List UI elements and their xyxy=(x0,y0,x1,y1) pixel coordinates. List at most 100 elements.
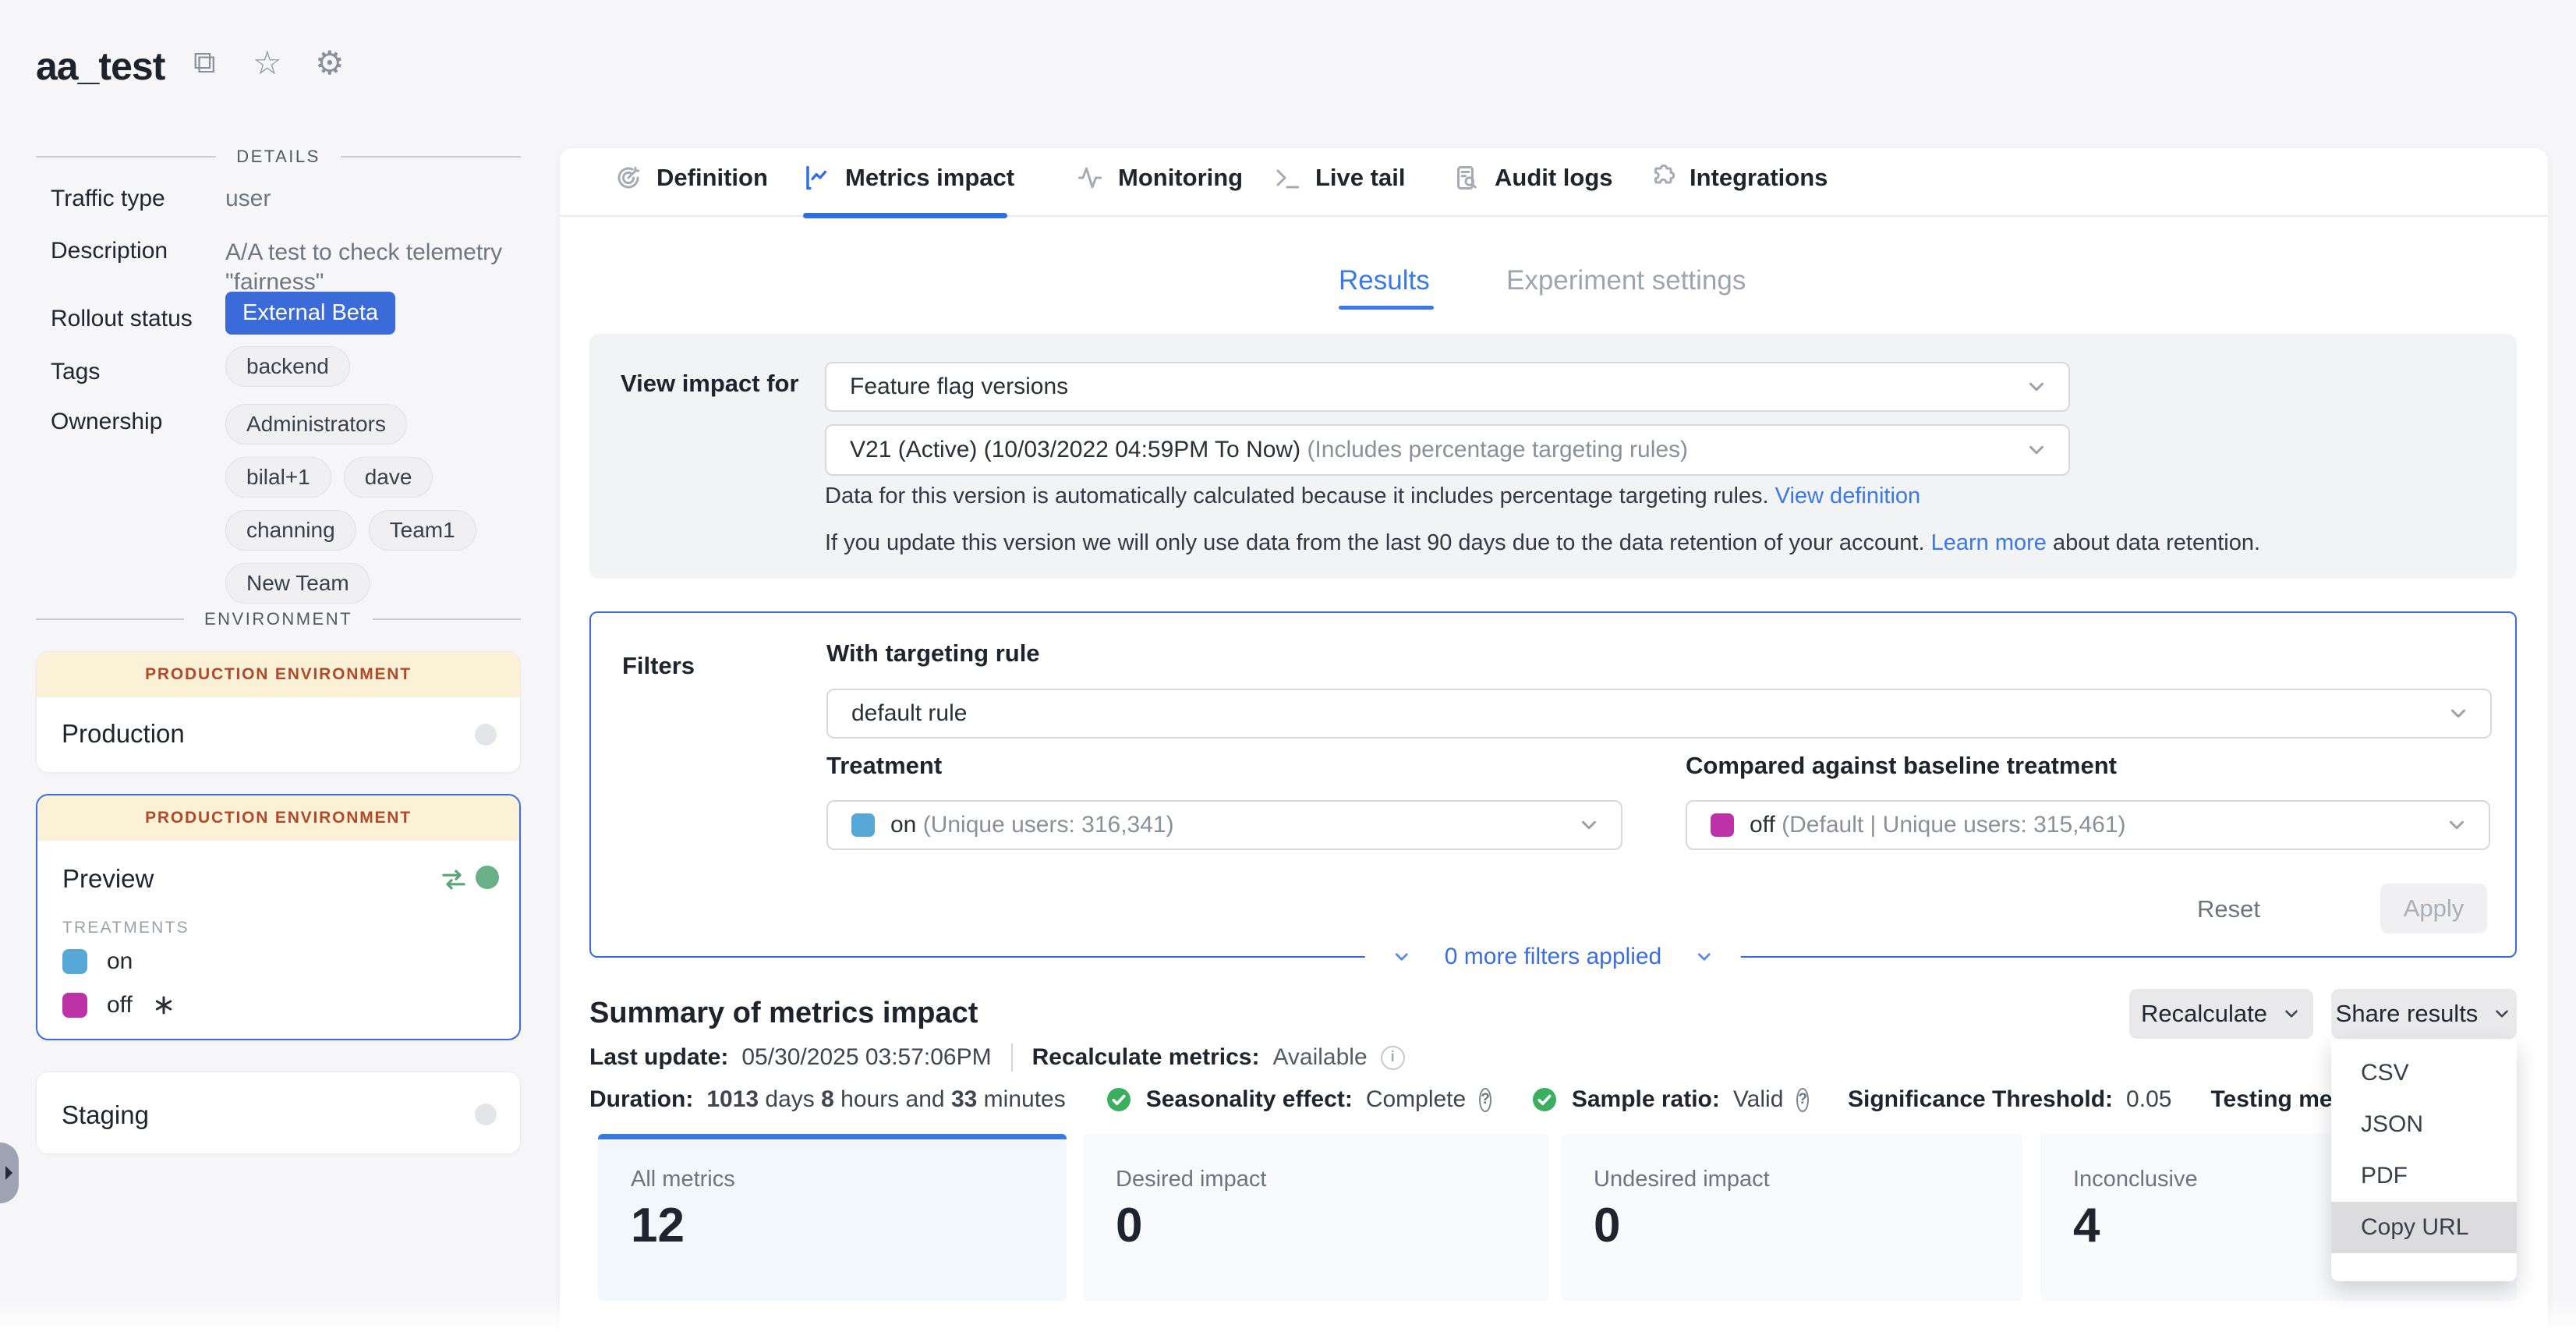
target-icon xyxy=(614,164,642,192)
chevron-down-icon xyxy=(2492,1004,2512,1024)
main-panel: Definition Metrics impact xyxy=(560,148,2548,1332)
targeting-rule-dropdown[interactable]: default rule xyxy=(826,689,2492,739)
status-dot-gray xyxy=(475,724,497,746)
ownership-label: Ownership xyxy=(51,409,162,435)
share-results-menu: CSV JSON PDF Copy URL xyxy=(2331,1040,2517,1281)
menu-item-copy-url[interactable]: Copy URL xyxy=(2331,1202,2517,1253)
environment-heading: ENVIRONMENT xyxy=(204,609,352,629)
treatment-color-on xyxy=(851,813,875,837)
description-label: Description xyxy=(51,238,168,264)
baseline-treatment-label: Compared against baseline treatment xyxy=(1686,752,2117,780)
view-definition-link[interactable]: View definition xyxy=(1775,484,1920,508)
owner-pill[interactable]: New Team xyxy=(225,563,370,604)
filters-title: Filters xyxy=(622,652,695,680)
tab-bar: Definition Metrics impact xyxy=(560,148,2548,217)
data-retention-note: If you update this version we will only … xyxy=(825,530,2260,556)
copy-icon[interactable]: ⧉ xyxy=(193,47,216,78)
menu-item-json[interactable]: JSON xyxy=(2331,1099,2517,1150)
owner-pill[interactable]: Administrators xyxy=(225,404,407,445)
summary-meta-row-1: Last update: 05/30/2025 03:57:06PM Recal… xyxy=(589,1042,1405,1073)
last-update-label: Last update: xyxy=(589,1044,728,1071)
tab-audit-logs[interactable]: Audit logs xyxy=(1453,164,1613,192)
env-name-staging: Staging xyxy=(62,1100,149,1130)
summary-title: Summary of metrics impact xyxy=(589,997,978,1030)
traffic-type-value: user xyxy=(225,186,271,212)
gear-icon[interactable]: ⚙ xyxy=(315,47,345,80)
tab-live-tail[interactable]: Live tail xyxy=(1273,164,1405,192)
tab-definition[interactable]: Definition xyxy=(614,164,768,192)
line-chart-icon xyxy=(803,164,831,192)
env-name-preview: Preview xyxy=(62,864,154,894)
chevron-down-icon xyxy=(1694,947,1714,967)
terminal-icon xyxy=(1273,164,1301,192)
treatment-label: Treatment xyxy=(826,752,942,780)
chevron-down-icon xyxy=(2025,375,2048,399)
metric-card-undesired-impact[interactable]: Undesired impact 0 xyxy=(1561,1134,2022,1301)
star-icon[interactable]: ☆ xyxy=(253,47,282,80)
sample-ratio-label: Sample ratio: xyxy=(1572,1086,1720,1113)
env-card-production[interactable]: PRODUCTION ENVIRONMENT Production xyxy=(36,651,521,773)
active-card-topbar xyxy=(598,1134,1067,1139)
learn-more-link[interactable]: Learn more xyxy=(1931,530,2047,555)
owner-pill[interactable]: dave xyxy=(344,457,433,498)
default-treatment-asterisk-icon xyxy=(152,994,175,1017)
owner-pill[interactable]: Team1 xyxy=(369,510,476,551)
env-card-staging[interactable]: Staging xyxy=(36,1072,521,1154)
document-search-icon xyxy=(1453,164,1481,192)
activity-pulse-icon xyxy=(1076,164,1104,192)
summary-meta-row-2: Duration: 1013 days 8 hours and 33 minut… xyxy=(589,1081,2344,1118)
owner-pill[interactable]: channing xyxy=(225,510,356,551)
production-environment-banner: PRODUCTION ENVIRONMENT xyxy=(37,652,520,697)
rollout-status-badge[interactable]: External Beta xyxy=(225,292,395,335)
filters-panel: Filters With targeting rule default rule… xyxy=(589,611,2517,958)
tab-monitoring[interactable]: Monitoring xyxy=(1076,164,1243,192)
details-heading: DETAILS xyxy=(236,147,320,167)
reset-button[interactable]: Reset xyxy=(2197,895,2260,923)
sidebar: aa_test ⧉ ☆ ⚙ DETAILS Traffic type user … xyxy=(0,0,560,1332)
baseline-treatment-dropdown[interactable]: off (Default | Unique users: 315,461) xyxy=(1686,800,2490,850)
production-environment-banner: PRODUCTION ENVIRONMENT xyxy=(37,795,519,841)
targeting-rule-label: With targeting rule xyxy=(826,639,1040,668)
treatment-row-off: off xyxy=(62,992,175,1018)
subtab-experiment-settings[interactable]: Experiment settings xyxy=(1506,265,1746,296)
tab-integrations[interactable]: Integrations xyxy=(1647,164,1828,192)
sidebar-collapse-handle[interactable] xyxy=(0,1142,19,1203)
ownership-list: Administrators bilal+1 dave channing Tea… xyxy=(225,404,525,604)
env-card-preview[interactable]: PRODUCTION ENVIRONMENT Preview TREATMENT… xyxy=(36,794,521,1040)
env-name-production: Production xyxy=(62,719,185,749)
treatment-dropdown[interactable]: on (Unique users: 316,341) xyxy=(826,800,1622,850)
recalculate-button[interactable]: Recalculate xyxy=(2129,989,2313,1039)
version-dropdown[interactable]: V21 (Active) (10/03/2022 04:59PM To Now)… xyxy=(825,424,2070,476)
chevron-down-icon xyxy=(1577,813,1601,837)
traffic-type-label: Traffic type xyxy=(51,186,165,212)
details-divider: DETAILS xyxy=(36,147,521,167)
significance-label: Significance Threshold: xyxy=(1848,1086,2113,1113)
recalculate-metrics-value: Available xyxy=(1272,1044,1367,1071)
page-title: aa_test xyxy=(36,44,165,89)
tag-pill[interactable]: backend xyxy=(225,346,350,387)
chevron-down-icon xyxy=(2447,702,2470,725)
recalculate-metrics-label: Recalculate metrics: xyxy=(1032,1044,1260,1071)
puzzle-icon xyxy=(1647,164,1675,192)
subtab-results[interactable]: Results xyxy=(1339,265,1430,296)
info-icon[interactable]: i xyxy=(1381,1046,1405,1070)
tab-metrics-impact[interactable]: Metrics impact xyxy=(803,164,1014,192)
view-impact-label: View impact for xyxy=(621,370,799,398)
help-icon[interactable]: ? xyxy=(1479,1088,1491,1112)
testing-method-label: Testing method: xyxy=(2210,1086,2344,1113)
description-value: A/A test to check telemetry "fairness" xyxy=(225,238,515,297)
seasonality-label: Seasonality effect: xyxy=(1146,1086,1353,1113)
treatment-name-off: off xyxy=(107,992,133,1018)
menu-item-csv[interactable]: CSV xyxy=(2331,1047,2517,1099)
owner-pill[interactable]: bilal+1 xyxy=(225,457,331,498)
more-filters-toggle[interactable]: 0 more filters applied xyxy=(1365,939,1741,975)
help-icon[interactable]: ? xyxy=(1796,1088,1809,1112)
metric-card-desired-impact[interactable]: Desired impact 0 xyxy=(1083,1134,1549,1301)
view-impact-panel: View impact for Feature flag versions V2… xyxy=(589,334,2517,579)
share-results-button[interactable]: Share results xyxy=(2331,989,2517,1039)
metric-card-all-metrics[interactable]: All metrics 12 xyxy=(598,1134,1067,1301)
menu-item-pdf[interactable]: PDF xyxy=(2331,1150,2517,1202)
treatment-color-off xyxy=(1711,813,1734,837)
apply-button[interactable]: Apply xyxy=(2380,884,2487,933)
impact-type-dropdown[interactable]: Feature flag versions xyxy=(825,362,2070,412)
